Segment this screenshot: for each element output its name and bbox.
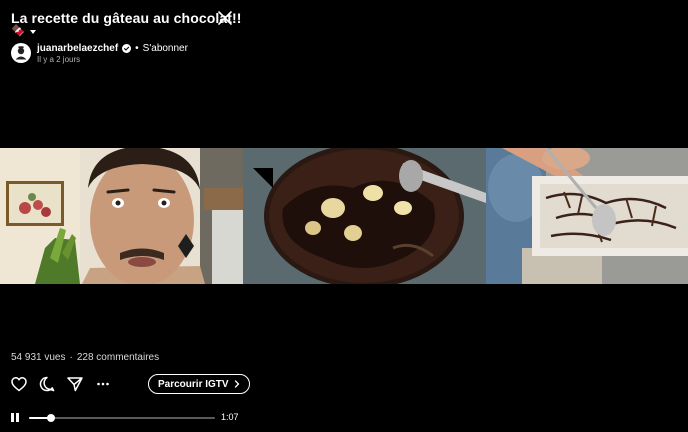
comment-icon[interactable]	[38, 375, 56, 393]
video-frame-face	[0, 148, 243, 284]
chevron-right-icon	[234, 380, 239, 388]
action-bar	[10, 375, 112, 393]
send-icon[interactable]	[66, 375, 84, 393]
progress-knob[interactable]	[47, 414, 56, 422]
browse-igtv-button[interactable]: Parcourir IGTV	[148, 374, 250, 394]
title-emoji-row[interactable]: 🍫	[11, 25, 36, 37]
pause-icon[interactable]	[10, 413, 20, 422]
verified-icon	[122, 44, 132, 53]
post-timestamp: Il y a 2 jours	[37, 55, 81, 64]
chef-logo-icon	[11, 43, 31, 63]
more-icon[interactable]	[94, 375, 112, 393]
video-duration: 1:07	[221, 412, 239, 422]
author-username[interactable]: juanarbelaezchef	[37, 43, 118, 54]
close-icon[interactable]	[216, 9, 234, 27]
video-title: La recette du gâteau au chocolat!!	[11, 10, 242, 26]
chocolate-emoji: 🍫	[11, 25, 25, 37]
stats-separator: ·	[69, 352, 73, 363]
video-player[interactable]	[0, 148, 688, 284]
comments-count[interactable]: 228 commentaires	[77, 352, 159, 363]
heart-icon[interactable]	[10, 375, 28, 393]
browse-igtv-label: Parcourir IGTV	[158, 378, 229, 390]
video-frame-loaf-pan	[486, 148, 688, 284]
post-stats: 54 931 vues · 228 commentaires	[11, 352, 159, 363]
avatar[interactable]	[11, 43, 31, 63]
video-controls: 1:07	[10, 410, 240, 424]
separator-dot: •	[135, 43, 139, 54]
chevron-down-icon[interactable]	[29, 29, 36, 34]
views-count: 54 931 vues	[11, 352, 66, 363]
video-frame-chocolate-bowl	[243, 148, 486, 284]
author-row: juanarbelaezchef • S'abonner Il y a 2 jo…	[11, 43, 188, 64]
progress-track[interactable]	[29, 414, 215, 422]
subscribe-button[interactable]: S'abonner	[143, 43, 188, 54]
